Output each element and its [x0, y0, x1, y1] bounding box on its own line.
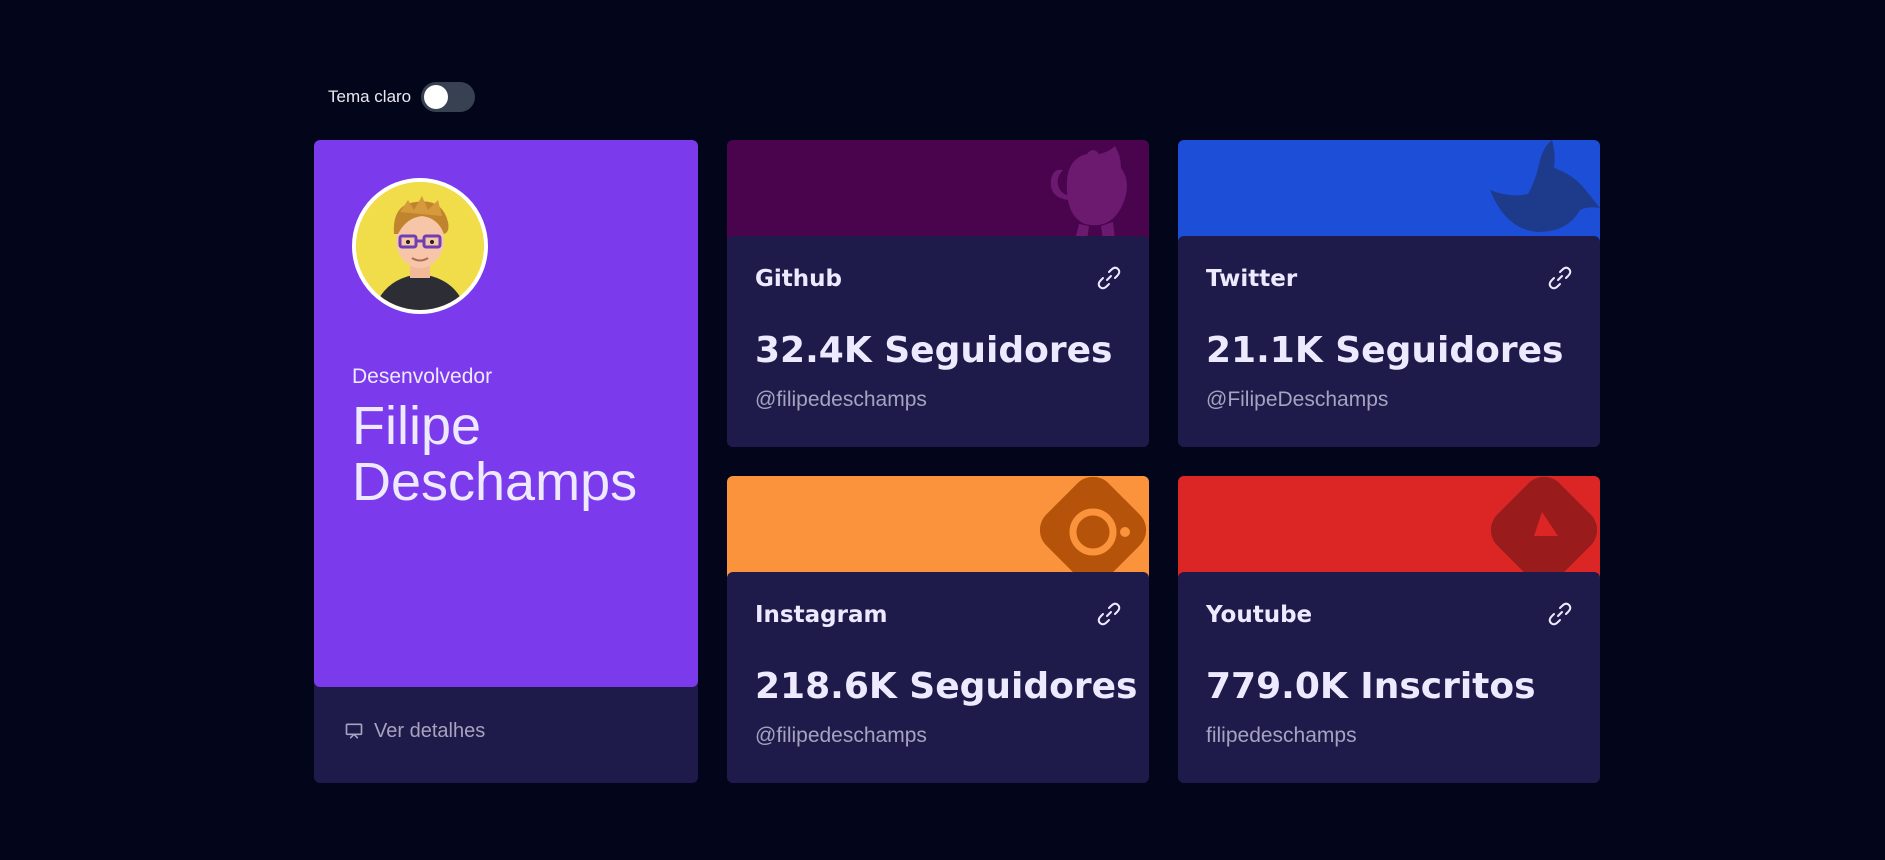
social-handle[interactable]: @FilipeDeschamps [1206, 388, 1388, 412]
twitter-icon [1490, 140, 1600, 232]
link-icon[interactable] [1548, 602, 1572, 626]
profile-header: Desenvolvedor Filipe Deschamps [314, 140, 698, 687]
link-icon[interactable] [1548, 266, 1572, 290]
social-banner [727, 476, 1149, 584]
profile-name: Filipe Deschamps [352, 396, 638, 512]
social-banner [1178, 140, 1600, 248]
social-name: Twitter [1206, 266, 1298, 292]
social-banner [1178, 476, 1600, 584]
social-card-twitter: Twitter 21.1K Seguidores @FilipeDeschamp… [1178, 140, 1600, 447]
social-name: Instagram [755, 602, 888, 628]
social-count: 779.0K Inscritos [1206, 666, 1536, 707]
youtube-icon [1490, 476, 1598, 584]
presentation-icon [345, 723, 363, 739]
theme-toggle-label: Tema claro [328, 87, 412, 106]
social-handle[interactable]: @filipedeschamps [755, 724, 927, 748]
social-name: Github [755, 266, 842, 292]
social-handle[interactable]: @filipedeschamps [755, 388, 927, 412]
social-card-instagram: Instagram 218.6K Seguidores @filipedesch… [727, 476, 1149, 783]
link-icon[interactable] [1097, 602, 1121, 626]
social-body: Instagram 218.6K Seguidores @filipedesch… [727, 572, 1149, 783]
social-handle[interactable]: filipedeschamps [1206, 724, 1357, 748]
details-label: Ver detalhes [374, 719, 486, 742]
social-count: 218.6K Seguidores [755, 666, 1138, 707]
social-card-youtube: Youtube 779.0K Inscritos filipedeschamps [1178, 476, 1600, 783]
social-count: 21.1K Seguidores [1206, 330, 1564, 371]
social-banner [727, 140, 1149, 248]
social-card-github: Github 32.4K Seguidores @filipedeschamps [727, 140, 1149, 447]
link-icon[interactable] [1097, 266, 1121, 290]
social-body: Youtube 779.0K Inscritos filipedeschamps [1178, 572, 1600, 783]
social-body: Github 32.4K Seguidores @filipedeschamps [727, 236, 1149, 447]
social-body: Twitter 21.1K Seguidores @FilipeDeschamp… [1178, 236, 1600, 447]
profile-role: Desenvolvedor [352, 365, 493, 388]
social-count: 32.4K Seguidores [755, 330, 1113, 371]
instagram-icon [1039, 476, 1147, 584]
details-button[interactable]: Ver detalhes [344, 716, 485, 746]
github-icon [1050, 146, 1127, 240]
avatar [352, 178, 488, 314]
theme-switch-knob [424, 85, 449, 109]
social-name: Youtube [1206, 602, 1313, 628]
theme-toggle[interactable]: Tema claro [328, 82, 476, 112]
profile-card: Desenvolvedor Filipe Deschamps Ver detal… [314, 140, 698, 783]
theme-switch[interactable] [421, 82, 476, 112]
